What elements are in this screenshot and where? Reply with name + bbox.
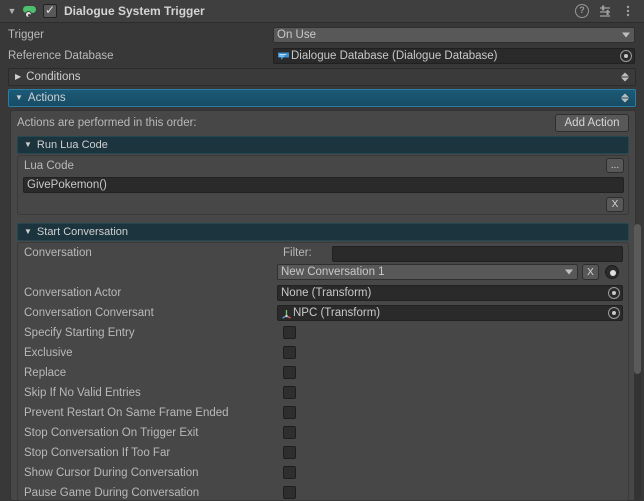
reorder-handle-icon[interactable]	[621, 72, 629, 82]
toggle-label: Prevent Restart On Same Frame Ended	[24, 407, 229, 419]
toggle-checkbox[interactable]	[283, 346, 296, 359]
target-picker-icon	[609, 269, 616, 276]
conversation-clear-button[interactable]: X	[582, 264, 599, 280]
preset-icon[interactable]	[598, 4, 612, 18]
help-icon[interactable]: ?	[575, 4, 589, 18]
lua-code-label-row: Lua Code	[0, 157, 644, 175]
dialogue-system-trigger-icon	[21, 3, 38, 20]
conversation-filter-label: Filter:	[283, 247, 312, 259]
object-picker-icon[interactable]	[608, 287, 620, 299]
toggle-label: Pause Game During Conversation	[24, 487, 200, 499]
toggle-checkbox[interactable]	[283, 446, 296, 459]
chevron-down-icon	[565, 269, 573, 275]
actions-hint: Actions are performed in this order:	[17, 117, 197, 129]
object-picker-icon[interactable]	[608, 307, 620, 319]
chevron-right-icon: ▶	[15, 72, 22, 81]
action-run-lua-code-title: Run Lua Code	[36, 139, 108, 151]
chevron-down-icon	[622, 32, 630, 38]
chevron-down-icon: ▼	[24, 140, 32, 149]
toggle-checkbox[interactable]	[283, 466, 296, 479]
component-enabled-checkbox[interactable]	[43, 3, 57, 18]
conversation-conversant-label: Conversation Conversant	[24, 307, 154, 319]
page-title: Dialogue System Trigger	[64, 4, 205, 18]
conversation-conversant-objectfield[interactable]: NPC (Transform)	[277, 305, 623, 321]
conversation-actor-value: None (Transform)	[281, 287, 372, 299]
toggle-row: Stop Conversation If Too Far	[0, 444, 644, 462]
toggle-checkbox[interactable]	[283, 486, 296, 499]
conversation-actor-label: Conversation Actor	[24, 287, 122, 299]
reference-database-value: Dialogue Database (Dialogue Database)	[291, 50, 498, 62]
toggle-row: Specify Starting Entry	[0, 324, 644, 342]
toggle-checkbox[interactable]	[283, 426, 296, 439]
toggle-label: Show Cursor During Conversation	[24, 467, 199, 479]
lua-code-input[interactable]: GivePokemon()	[23, 177, 624, 193]
trigger-value: On Use	[277, 29, 316, 41]
lua-code-value: GivePokemon()	[27, 179, 107, 191]
reference-database-objectfield[interactable]: Dialogue Database (Dialogue Database)	[273, 48, 635, 64]
dialogue-database-icon	[277, 51, 290, 61]
transform-icon	[281, 308, 292, 319]
chevron-down-icon: ▼	[15, 93, 23, 102]
conversation-filter-input[interactable]	[332, 246, 623, 262]
action-run-lua-code-header[interactable]: ▼ Run Lua Code	[17, 136, 629, 154]
object-picker-icon[interactable]	[620, 50, 632, 62]
toggle-label: Exclusive	[24, 347, 73, 359]
toggle-checkbox[interactable]	[283, 366, 296, 379]
lua-code-remove-button[interactable]: X	[606, 197, 624, 212]
section-conditions-label: Conditions	[26, 71, 81, 83]
action-start-conversation-title: Start Conversation	[36, 226, 129, 238]
trigger-label: Trigger	[8, 29, 44, 41]
toggle-label: Stop Conversation If Too Far	[24, 447, 171, 459]
scrollbar-thumb[interactable]	[634, 224, 641, 374]
section-conditions[interactable]: ▶ Conditions	[8, 68, 636, 86]
toggle-checkbox[interactable]	[283, 326, 296, 339]
conversation-dropdown[interactable]: New Conversation 1	[277, 264, 578, 280]
toggle-row: Exclusive	[0, 344, 644, 362]
toggle-label: Specify Starting Entry	[24, 327, 135, 339]
conversation-dropdown-value: New Conversation 1	[281, 266, 385, 278]
scrollbar-track[interactable]	[634, 224, 641, 501]
component-header: ▼ Dialogue System Trigger ?	[0, 0, 644, 23]
conversation-target-picker-button[interactable]	[605, 265, 619, 279]
section-actions[interactable]: ▼ Actions	[8, 89, 636, 107]
actions-hint-row: Actions are performed in this order:	[0, 114, 644, 132]
action-start-conversation-header[interactable]: ▼ Start Conversation	[17, 223, 629, 241]
section-actions-label: Actions	[27, 92, 66, 104]
chevron-down-icon: ▼	[24, 227, 32, 236]
kebab-menu-icon[interactable]	[621, 4, 635, 18]
toggle-label: Replace	[24, 367, 67, 379]
add-action-button[interactable]: Add Action	[555, 114, 629, 132]
toggle-row: Prevent Restart On Same Frame Ended	[0, 404, 644, 422]
reorder-handle-icon[interactable]	[621, 93, 629, 103]
toggle-row: Stop Conversation On Trigger Exit	[0, 424, 644, 442]
toggle-label: Skip If No Valid Entries	[24, 387, 141, 399]
toggle-row: Replace	[0, 364, 644, 382]
header-tools: ?	[575, 4, 635, 18]
toggle-row: Pause Game During Conversation	[0, 484, 644, 501]
component-foldout-arrow[interactable]: ▼	[4, 6, 20, 16]
toggle-checkbox[interactable]	[283, 386, 296, 399]
reference-database-label: Reference Database	[8, 50, 114, 62]
lua-code-menu-button[interactable]: ...	[606, 158, 624, 173]
toggle-label: Stop Conversation On Trigger Exit	[24, 427, 199, 439]
lua-code-label: Lua Code	[24, 160, 74, 172]
toggle-row: Skip If No Valid Entries	[0, 384, 644, 402]
trigger-dropdown[interactable]: On Use	[273, 27, 635, 43]
conversation-actor-objectfield[interactable]: None (Transform)	[277, 285, 623, 301]
toggle-row: Show Cursor During Conversation	[0, 464, 644, 482]
toggle-checkbox[interactable]	[283, 406, 296, 419]
conversation-conversant-value: NPC (Transform)	[293, 307, 381, 319]
